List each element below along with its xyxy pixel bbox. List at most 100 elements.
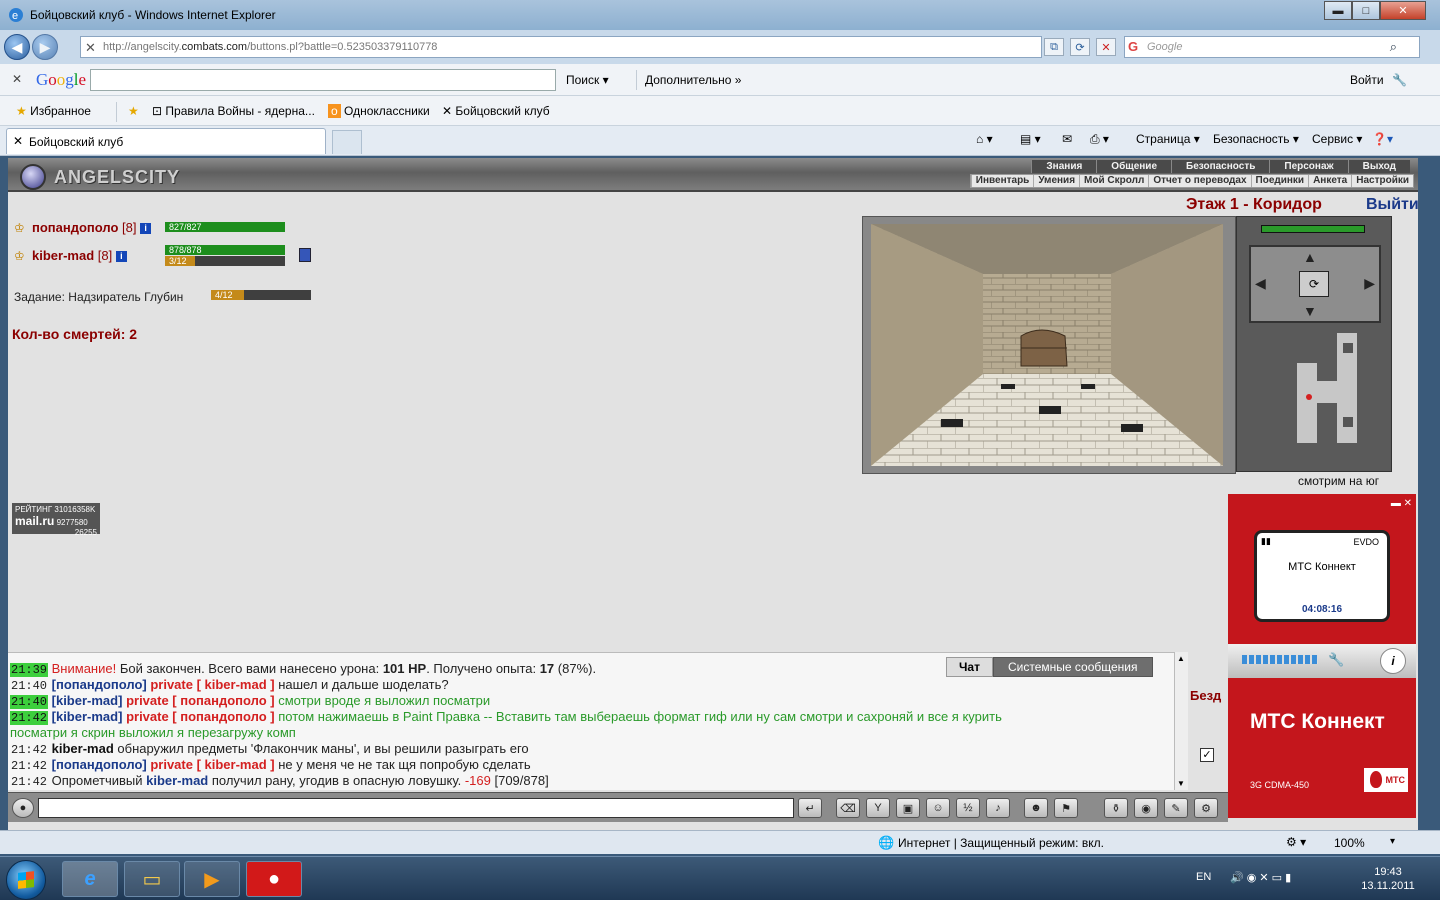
scroll-down-icon[interactable]: ▼ [1177,779,1185,788]
menu-transfers[interactable]: Отчет о переводах [1148,175,1250,187]
info-icon[interactable]: i [140,223,152,235]
clan-icon[interactable] [299,248,311,262]
compatibility-icon[interactable]: ⧉ [1044,38,1064,56]
favorite-link-ok[interactable]: о Одноклассники [328,104,430,118]
security-menu[interactable]: Безопасность ▾ [1213,132,1299,146]
turn-left-icon[interactable]: ◀ [1255,275,1266,292]
dungeon-view[interactable] [862,216,1236,474]
chat-nick[interactable]: kiber-mad [52,741,114,756]
maximize-button[interactable]: □ [1352,1,1380,20]
clear-icon[interactable]: ⌫ [836,798,860,818]
service-menu[interactable]: Сервис ▾ [1312,132,1362,146]
taskbar-explorer-icon[interactable]: ▭ [124,861,180,897]
side-checkbox[interactable]: ✓ [1200,748,1214,762]
back-button[interactable]: ◀ [4,34,30,60]
favorites-button[interactable]: ★ Избранное [16,104,91,118]
arrow-down-icon[interactable]: ▼ [1303,303,1317,319]
chat-nick[interactable]: [kiber-mad] [52,709,123,724]
address-input[interactable]: ✕ http://angelscity.combats.com/buttons.… [80,36,1042,58]
player-name[interactable]: попандополо [32,220,118,235]
language-indicator[interactable]: EN [1196,871,1211,883]
chat-nick[interactable]: [попандополо] [52,677,147,692]
wrench-icon[interactable]: 🔧 [1328,652,1344,668]
minimize-button[interactable]: ▬ [1324,1,1352,20]
tray-icons[interactable]: 🔊 ◉ ✕ ▭ ▮ [1230,871,1291,884]
menu-communication[interactable]: Общение [1096,160,1171,173]
start-button[interactable] [6,860,46,900]
chat-input[interactable] [38,798,794,818]
exit-link[interactable]: Выйти [1366,196,1418,214]
info-icon[interactable]: i [1380,648,1406,674]
menu-skills[interactable]: Умения [1033,175,1079,187]
tab-combats[interactable]: ✕ Бойцовский клуб [6,128,326,154]
smile-icon[interactable]: ☻ [1024,798,1048,818]
chat-nick[interactable]: kiber-mad [146,773,208,788]
favorite-link-combats[interactable]: ✕ Бойцовский клуб [442,104,550,118]
stop-icon[interactable]: ✕ [1096,38,1116,56]
private-tag[interactable]: private [ kiber-mad ] [150,677,274,692]
signin-button[interactable]: Войти [1350,73,1384,87]
chat-log[interactable]: 21:39 Внимание! Бой закончен. Всего вами… [8,652,1176,790]
person-icon[interactable]: ☺ [926,798,950,818]
filter-icon[interactable]: Y [866,798,890,818]
save-icon[interactable]: ▣ [896,798,920,818]
search-icon[interactable]: ⌕ [1390,39,1397,55]
ad-close-icon[interactable]: ▬ ✕ [1391,498,1412,509]
menu-settings[interactable]: Настройки [1351,175,1413,187]
scroll-icon[interactable]: ✎ [1164,798,1188,818]
feeds-icon[interactable]: ▤ ▾ [1020,132,1041,146]
chat-scrollbar[interactable]: ▲ ▼ [1174,652,1188,790]
tab-chat[interactable]: Чат [946,657,993,677]
close-toolbar-icon[interactable]: ✕ [12,72,22,86]
navigation-pad[interactable]: ▲ ◀ ▶ ⟳ ▼ [1249,245,1381,323]
menu-exit[interactable]: Выход [1347,160,1410,173]
menu-character[interactable]: Персонаж [1269,160,1347,173]
send-icon[interactable]: ↵ [798,798,822,818]
private-tag[interactable]: private [ попандополо ] [126,693,275,708]
forward-button[interactable]: ▶ [32,34,58,60]
menu-profile[interactable]: Анкета [1308,175,1351,187]
private-tag[interactable]: private [ попандополо ] [126,709,275,724]
menu-security[interactable]: Безопасность [1171,160,1269,173]
tab-system-messages[interactable]: Системные сообщения [992,657,1153,677]
page-menu[interactable]: Страница ▾ [1136,132,1200,146]
close-window-button[interactable]: ✕ [1380,1,1426,20]
info-icon[interactable]: i [115,251,127,263]
turn-right-icon[interactable]: ▶ [1364,275,1375,292]
player-name[interactable]: kiber-mad [32,248,94,263]
google-search-input[interactable] [90,69,556,91]
zoom-level[interactable]: 100% [1334,836,1365,850]
chat-nick[interactable]: [kiber-mad] [52,693,123,708]
mailru-rating-counter[interactable]: РЕЙТИНГ 31016358K mail.ru 9277580 26255 [12,503,100,537]
chat-nick[interactable]: [попандополо] [52,757,147,772]
new-tab-button[interactable] [332,130,362,154]
menu-fights[interactable]: Поединки [1250,175,1309,187]
mts-connect-ad[interactable]: ▬ ✕ ▮▮ EVDO МТС Коннект 04:08:16 🔧 i МТС… [1228,494,1416,818]
bag-icon[interactable]: ⚱ [1104,798,1128,818]
search-box[interactable]: G Google ⌕ [1124,36,1420,58]
scroll-up-icon[interactable]: ▲ [1177,654,1185,663]
smiley-settings-icon[interactable]: ● [12,798,34,818]
refresh-icon[interactable]: ⟳ [1299,271,1329,297]
menu-inventory[interactable]: Инвентарь [970,175,1034,187]
sound-icon[interactable]: ♪ [986,798,1010,818]
users-icon[interactable]: ⚑ [1054,798,1078,818]
refresh-icon[interactable]: ⟳ [1070,38,1090,56]
menu-scroll[interactable]: Мой Скролл [1079,175,1148,187]
private-tag[interactable]: private [ kiber-mad ] [150,757,274,772]
security-zone[interactable]: Интернет | Защищенный режим: вкл. [898,836,1104,850]
favorite-link-rules[interactable]: ⊡ Правила Войны - ядерна... [152,104,315,118]
protected-mode-icon[interactable]: ⚙ ▾ [1286,835,1306,849]
coins-icon[interactable]: ◉ [1134,798,1158,818]
add-favorite-icon[interactable]: ★ [128,104,139,118]
speed-icon[interactable]: ½ [956,798,980,818]
arrow-up-icon[interactable]: ▲ [1303,249,1317,265]
print-icon[interactable]: ⎙ ▾ [1090,132,1109,147]
google-search-button[interactable]: Поиск ▾ [566,73,609,87]
zoom-dropdown-icon[interactable]: ▾ [1390,836,1395,847]
help-icon[interactable]: ❓▾ [1372,132,1393,146]
taskbar-media-player-icon[interactable]: ▶ [184,861,240,897]
home-icon[interactable]: ⌂ ▾ [976,132,993,146]
taskbar-mts-icon[interactable]: ● [246,861,302,897]
mail-icon[interactable]: ✉ [1062,132,1072,146]
